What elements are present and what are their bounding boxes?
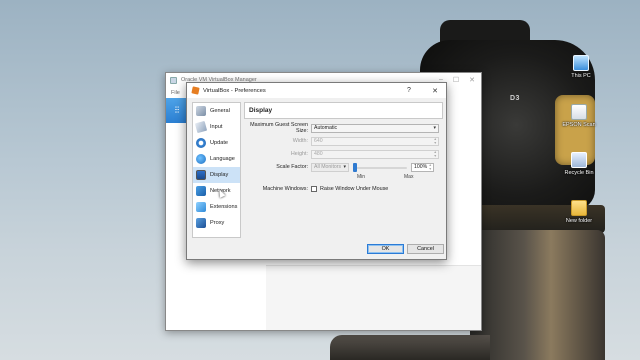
nav-item-general[interactable]: General [193, 103, 240, 119]
scale-factor-slider[interactable] [353, 162, 407, 172]
desktop-icon-epson-scan[interactable]: EPSON Scan [554, 104, 604, 128]
width-label: Width: [292, 138, 308, 144]
desktop-icon-label: EPSON Scan [562, 122, 596, 128]
desktop-icon-label: This PC [571, 73, 591, 79]
dialog-title: VirtualBox - Preferences [203, 87, 266, 94]
desktop-icon-this-pc[interactable]: This PC [556, 55, 606, 79]
tools-icon[interactable]: ⫶⫶ [166, 98, 188, 123]
general-icon [196, 106, 206, 116]
height-row: Height: 480 ▲ ▼ [244, 149, 443, 159]
language-icon [196, 154, 206, 164]
monitor-select[interactable]: All Monitors ▾ [311, 162, 349, 172]
manager-details-pane [266, 265, 481, 330]
dialog-close-button[interactable]: ✕ [424, 87, 446, 95]
height-value: 480 [314, 151, 323, 157]
height-label: Height: [290, 151, 308, 157]
desktop-icon-label: New folder [565, 218, 593, 224]
width-row: Width: 640 ▲ ▼ [244, 136, 443, 146]
nav-item-extensions[interactable]: Extensions [193, 199, 240, 215]
raise-window-label[interactable]: Raise Window Under Mouse [320, 186, 388, 192]
nav-item-input[interactable]: Input [193, 119, 240, 135]
slider-handle[interactable] [353, 162, 357, 172]
nav-item-label: Update [210, 140, 229, 146]
cancel-button[interactable]: Cancel [407, 244, 444, 254]
proxy-icon [196, 218, 206, 228]
virtualbox-logo-icon [170, 76, 177, 84]
help-button[interactable]: ? [398, 87, 420, 94]
max-screen-size-label: Maximum Guest Screen Size: [250, 122, 308, 134]
nav-item-language[interactable]: Language [193, 151, 240, 167]
extensions-icon [196, 202, 206, 212]
display-settings-panel: Display Maximum Guest Screen Size: Autom… [244, 102, 443, 238]
nav-item-label: Extensions [210, 204, 238, 210]
desktop-icon-label: Recycle Bin [564, 170, 594, 176]
raise-window-checkbox[interactable] [311, 186, 317, 192]
input-icon [194, 120, 208, 134]
monitor-select-value: All Monitors [314, 164, 342, 170]
spin-arrows-icon: ▲ ▼ [428, 162, 432, 172]
scale-factor-label: Scale Factor: [276, 164, 308, 170]
nav-item-update[interactable]: Update [193, 135, 240, 151]
nav-item-label: Proxy [210, 220, 225, 226]
preferences-nav-list: General Input Update Language Display Ne… [192, 102, 241, 238]
scale-factor-row: Scale Factor: All Monitors ▾ 100% ▲ ▼ [244, 162, 443, 172]
nav-item-display[interactable]: Display [193, 167, 240, 183]
spin-arrows-icon: ▲ ▼ [433, 149, 437, 159]
chevron-down-icon: ▾ [343, 163, 346, 170]
folder-icon [571, 200, 587, 216]
slider-track [353, 166, 407, 169]
max-screen-size-select[interactable]: Automatic ▾ [311, 123, 439, 133]
chevron-down-icon: ▾ [433, 124, 436, 131]
wallpaper-tripod-leg [330, 335, 490, 360]
menu-file[interactable]: File [171, 90, 180, 96]
max-screen-size-row: Maximum Guest Screen Size: Automatic ▾ [244, 122, 443, 134]
ok-button[interactable]: OK [367, 244, 404, 254]
desktop-icon-new-folder[interactable]: New folder [554, 200, 604, 224]
scale-percent-spinbox[interactable]: 100% ▲ ▼ [411, 162, 434, 172]
recycle-bin-icon [571, 152, 587, 168]
slider-min-label: Min [357, 174, 366, 180]
wallpaper-camera-brand: D3 [510, 95, 520, 102]
slider-max-label: Max [404, 174, 414, 180]
display-icon [196, 170, 206, 180]
dialog-title-bar: VirtualBox - Preferences ? ✕ [187, 83, 446, 98]
nav-item-proxy[interactable]: Proxy [193, 215, 240, 231]
desktop-icon-recycle-bin[interactable]: Recycle Bin [554, 152, 604, 176]
computer-icon [573, 55, 589, 71]
update-icon [196, 138, 206, 148]
scale-percent-value: 100% [414, 164, 428, 170]
nav-item-label: Language [210, 156, 235, 162]
width-spinbox[interactable]: 640 ▲ ▼ [311, 136, 439, 146]
height-spinbox[interactable]: 480 ▲ ▼ [311, 149, 439, 159]
spin-arrows-icon: ▲ ▼ [433, 136, 437, 146]
wallpaper-tripod [470, 230, 605, 360]
width-value: 640 [314, 138, 323, 144]
nav-item-label: General [210, 108, 230, 114]
network-icon [196, 186, 206, 196]
close-icon[interactable]: ✕ [469, 76, 475, 84]
maximize-icon[interactable]: ☐ [453, 76, 459, 84]
preferences-dialog: VirtualBox - Preferences ? ✕ General Inp… [186, 82, 447, 260]
max-screen-size-value: Automatic [314, 125, 338, 131]
scanner-icon [571, 104, 587, 120]
machine-windows-label: Machine Windows: [262, 186, 308, 192]
machine-windows-row: Machine Windows: Raise Window Under Mous… [244, 184, 443, 194]
preferences-icon [191, 86, 200, 95]
nav-item-label: Input [210, 124, 223, 130]
page-title: Display [244, 102, 443, 119]
nav-item-label: Display [210, 172, 229, 178]
